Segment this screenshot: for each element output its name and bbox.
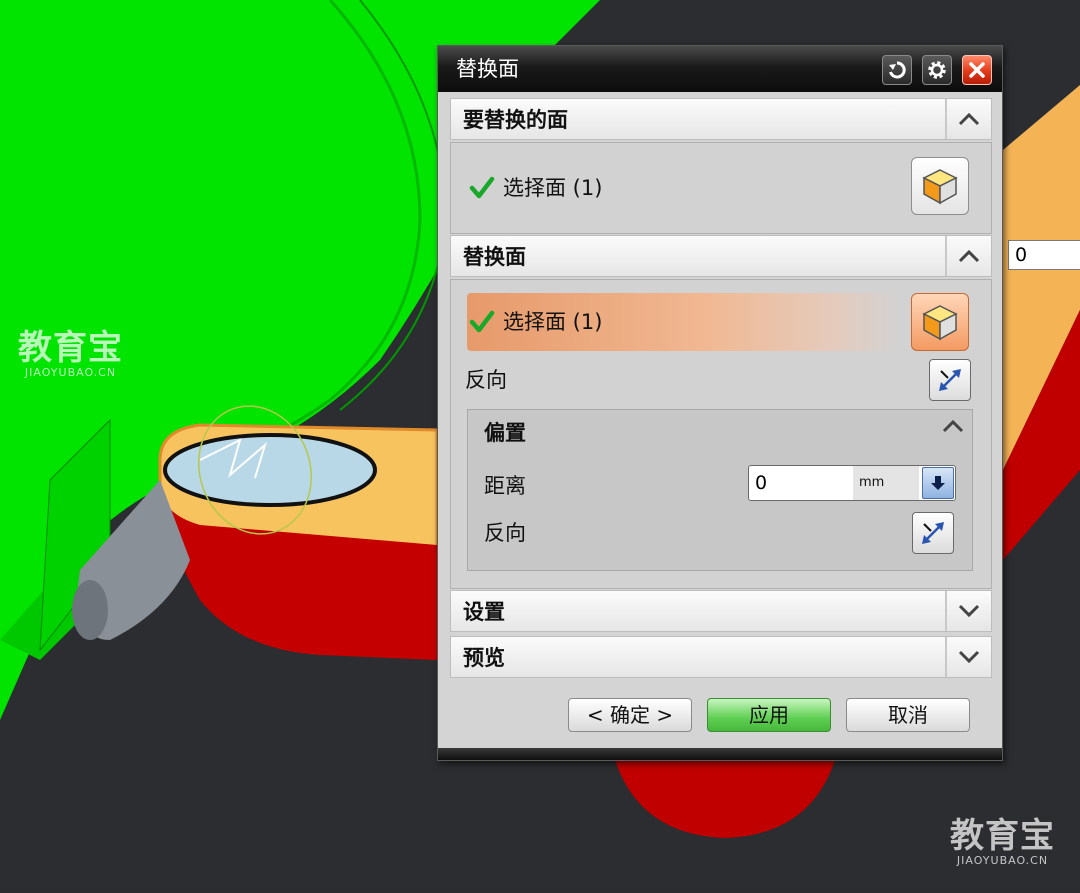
watermark-left-main: 教育宝 (18, 328, 123, 368)
reverse-direction-button[interactable] (929, 359, 971, 401)
gear-icon (928, 61, 946, 79)
select-face-label: 选择面 (1) (503, 176, 603, 200)
distance-options-dropdown[interactable] (922, 467, 954, 499)
reset-icon (889, 61, 906, 79)
offset-group-title: 偏置 (484, 421, 526, 445)
offset-reverse-button[interactable] (912, 512, 954, 554)
settings-button[interactable] (922, 55, 952, 85)
check-icon (469, 310, 495, 333)
select-face-label: 选择面 (1) (503, 310, 603, 334)
cube-icon (922, 305, 958, 341)
replace-face-dialog: 替换面 要替换的面 选择面 (1) 替换面 选择面 (1) 反向 偏置 距离 0… (437, 45, 1003, 761)
distance-label: 距离 (484, 474, 526, 498)
dialog-bottom-bar (438, 748, 1002, 760)
dialog-body: 要替换的面 选择面 (1) 替换面 选择面 (1) 反向 偏置 距离 0 mm … (450, 98, 992, 748)
chevron-down-icon (958, 604, 980, 618)
ok-button[interactable]: < 确定 > (568, 698, 692, 732)
section-header-replacement-face[interactable]: 替换面 (450, 235, 992, 277)
dialog-title: 替换面 (456, 57, 519, 81)
cancel-button[interactable]: 取消 (846, 698, 970, 732)
arrow-down-icon (931, 476, 945, 490)
reset-button[interactable] (882, 55, 912, 85)
apply-button[interactable]: 应用 (707, 698, 831, 732)
select-face-button[interactable] (911, 157, 969, 215)
reverse-direction-icon (939, 369, 961, 391)
chevron-up-icon (942, 419, 964, 433)
collapse-toggle-faces-to-replace[interactable] (945, 99, 991, 139)
close-button[interactable] (962, 55, 992, 85)
collapse-toggle-offset[interactable] (942, 418, 964, 437)
section-body-faces-to-replace: 选择面 (1) (450, 142, 992, 234)
expand-toggle-preview[interactable] (945, 637, 991, 677)
offset-group: 偏置 距离 0 mm 反向 (467, 409, 973, 571)
check-icon (469, 176, 495, 199)
chevron-down-icon (958, 650, 980, 664)
section-title-preview: 预览 (463, 646, 505, 670)
chevron-up-icon (958, 112, 980, 126)
select-replacement-face-button[interactable] (911, 293, 969, 351)
section-title-replacement-face: 替换面 (463, 245, 526, 269)
chevron-up-icon (958, 249, 980, 263)
watermark-left-sub: JIAOYUBAO.CN (24, 366, 117, 379)
watermark-right-main: 教育宝 (950, 816, 1055, 856)
reverse-direction-label: 反向 (465, 368, 507, 392)
close-icon (969, 62, 985, 78)
watermark-left: 教育宝 JIAOYUBAO.CN (18, 330, 123, 380)
distance-value[interactable]: 0 (755, 471, 767, 495)
expand-toggle-settings[interactable] (945, 591, 991, 631)
section-title-faces-to-replace: 要替换的面 (463, 108, 568, 132)
section-header-preview[interactable]: 预览 (450, 636, 992, 678)
distance-input[interactable]: 0 mm (748, 465, 956, 501)
dialog-titlebar[interactable]: 替换面 (438, 46, 1002, 92)
reverse-direction-icon (922, 522, 944, 544)
watermark-right: 教育宝 JIAOYUBAO.CN (950, 818, 1055, 868)
section-title-settings: 设置 (463, 600, 505, 624)
cube-icon (922, 169, 958, 205)
section-header-settings[interactable]: 设置 (450, 590, 992, 632)
distance-unit: mm (853, 466, 919, 500)
collapse-toggle-replacement-face[interactable] (945, 236, 991, 276)
offset-reverse-label: 反向 (484, 521, 526, 545)
watermark-right-sub: JIAOYUBAO.CN (956, 854, 1049, 867)
section-header-faces-to-replace[interactable]: 要替换的面 (450, 98, 992, 140)
section-body-replacement-face: 选择面 (1) 反向 偏置 距离 0 mm 反向 (450, 279, 992, 589)
onscreen-distance-input[interactable]: 0 (1008, 240, 1080, 270)
